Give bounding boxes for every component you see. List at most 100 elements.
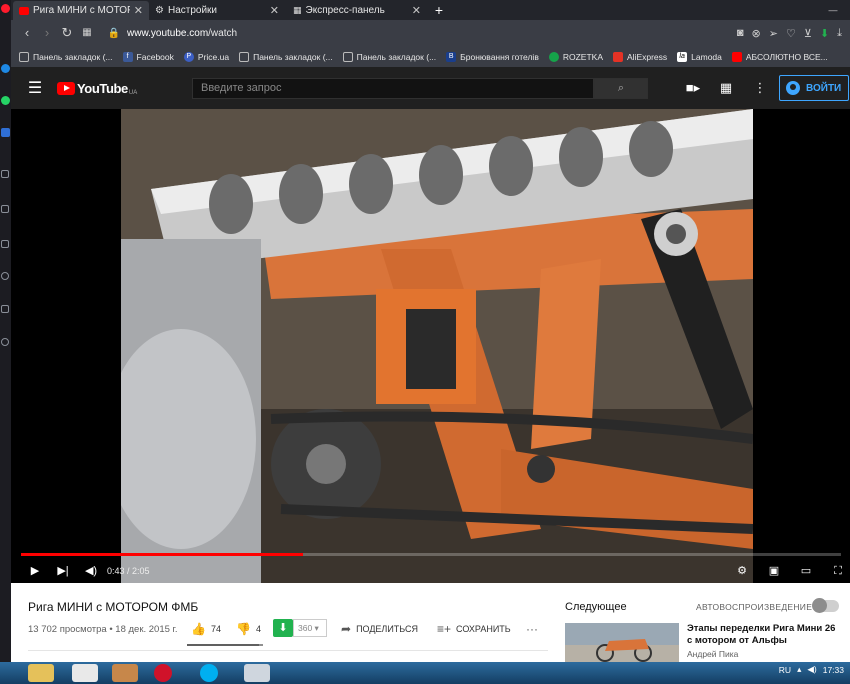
bookmark-folder[interactable]: Панель закладок (... [239, 51, 333, 62]
recommended-channel[interactable]: Андрей Пика [687, 649, 738, 659]
close-icon[interactable]: ✕ [270, 4, 279, 17]
next-icon[interactable]: ▶| [53, 563, 73, 579]
dislike-count: 4 [255, 624, 261, 634]
explorer-icon[interactable] [28, 664, 54, 682]
url-host: www.youtube.com [127, 27, 209, 39]
files-icon[interactable] [112, 664, 138, 682]
downloads-icon[interactable]: ⤓ [837, 27, 842, 40]
history-icon[interactable] [1, 272, 9, 280]
recommended-title[interactable]: Этапы переделки Рига Мини 26 с мотором о… [687, 623, 842, 647]
more-vertical-icon[interactable]: ⋮ [752, 80, 768, 96]
flow-icon[interactable]: ⊻ [804, 27, 812, 40]
tabs-grid-icon[interactable]: ▦ [77, 23, 97, 43]
skype-icon[interactable] [200, 664, 218, 682]
bookmark-rozetka[interactable]: ROZETKA [548, 51, 603, 62]
bookmark-folder[interactable]: Панель закладок (... [342, 51, 437, 62]
bookmark-youtube[interactable]: АБСОЛЮТНО ВСЕ... [731, 51, 828, 62]
video-info: Рига МИНИ с МОТОРОМ ФМБ 13 702 просмотра… [11, 583, 850, 662]
messenger-icon[interactable] [1, 64, 10, 73]
download-count[interactable]: 360 ▾ [293, 619, 327, 637]
bookmark-booking[interactable]: B Бронювання готелів [446, 51, 539, 62]
bookmarks-icon[interactable] [1, 205, 9, 213]
browser-sidebar [0, 0, 11, 662]
bookmark-label: ROZETKA [562, 51, 603, 62]
vk-icon[interactable] [1, 128, 10, 137]
progress-played [21, 553, 304, 556]
network-icon[interactable]: ▴ [797, 664, 801, 675]
tab-settings[interactable]: ⚙ Настройки ✕ [149, 1, 285, 20]
progress-bar[interactable] [21, 553, 841, 556]
bookmark-label: Панель закладок (... [33, 51, 113, 62]
folder-icon [239, 51, 250, 62]
video-frame[interactable] [121, 109, 753, 583]
address-bar-actions: ◙ ⊗ ➢ ♡ ⊻ ⬇ ⤓ [737, 27, 850, 40]
recommended-thumbnail[interactable] [565, 623, 679, 662]
fullscreen-icon[interactable]: ⛶ [828, 563, 848, 579]
create-video-icon[interactable]: ■▸ [685, 80, 701, 96]
bookmark-label: AliExpress [627, 51, 668, 62]
snapshot-icon[interactable] [1, 240, 9, 248]
camera-icon[interactable]: ◙ [737, 27, 744, 39]
dislike-button[interactable]: 👎 4 [236, 622, 261, 636]
gear-icon[interactable]: ⚙ [732, 563, 752, 579]
adblock-icon[interactable]: ⊗ [752, 27, 761, 40]
download-button[interactable]: ⬇ [273, 619, 293, 637]
extensions-icon[interactable] [1, 305, 9, 313]
youtube-logo[interactable]: YouTube UA [57, 81, 137, 96]
camera-app-icon[interactable] [244, 664, 270, 682]
signin-label: ВОЙТИ [806, 82, 842, 94]
bookmark-facebook[interactable]: f Facebook [122, 51, 174, 62]
opera-taskbar-icon[interactable] [154, 664, 172, 682]
search-input[interactable]: Введите запрос [192, 78, 594, 99]
close-icon[interactable]: ✕ [412, 4, 421, 17]
bookmark-lamoda[interactable]: la Lamoda [677, 51, 722, 62]
theater-mode-icon[interactable]: ▭ [796, 563, 816, 579]
opera-logo-icon[interactable] [1, 4, 10, 13]
url-input[interactable]: www.youtube.com/watch [127, 28, 737, 39]
more-actions-button[interactable]: ··· [526, 622, 543, 636]
clock[interactable]: 17:33 [823, 665, 844, 675]
yandex-icon[interactable] [72, 664, 98, 682]
miniplayer-icon[interactable]: ▣ [764, 563, 784, 579]
share-button[interactable]: ➦ ПОДЕЛИТЬСЯ [341, 622, 418, 636]
language-indicator[interactable]: RU [779, 665, 791, 675]
volume-icon[interactable]: ◀) [81, 563, 101, 579]
close-icon[interactable]: ✕ [134, 4, 143, 17]
tab-express-panel[interactable]: ▦ Экспресс-панель ✕ [287, 1, 427, 20]
speed-dial-icon[interactable] [1, 170, 9, 178]
signin-button[interactable]: ВОЙТИ [779, 75, 849, 101]
whatsapp-icon[interactable] [1, 96, 10, 105]
bookmark-folder[interactable]: Панель закладок (... [19, 51, 113, 62]
reload-button[interactable]: ↻ [57, 23, 77, 43]
like-ratio-bar [187, 644, 263, 646]
back-button[interactable]: ‹ [17, 23, 37, 43]
youtube-header: ☰ YouTube UA Введите запрос ⌕ ■▸ ▦ ⋮ ВОЙ… [11, 67, 850, 109]
video-title: Рига МИНИ с МОТОРОМ ФМБ [28, 600, 199, 614]
forward-button[interactable]: › [37, 23, 57, 43]
bookmark-label: Панель закладок (... [253, 51, 333, 62]
menu-icon[interactable]: ☰ [17, 78, 53, 98]
like-button[interactable]: 👍 74 [191, 622, 221, 636]
download-extension-icon[interactable]: ⬇ [820, 27, 829, 40]
aliexpress-icon [613, 51, 623, 62]
bookmark-label: Панель закладок (... [356, 51, 437, 62]
speaker-icon[interactable]: ◀) [807, 664, 816, 675]
play-icon[interactable]: ▶ [25, 563, 45, 579]
heart-icon[interactable]: ♡ [786, 27, 796, 40]
settings-icon[interactable] [1, 338, 9, 346]
bookmark-aliexpress[interactable]: AliExpress [613, 51, 668, 62]
tab-youtube[interactable]: Рига МИНИ с МОТОРОМ ✕ [13, 1, 149, 20]
new-tab-button[interactable]: + [431, 2, 447, 18]
search-button[interactable]: ⌕ [594, 78, 648, 99]
save-button[interactable]: ≡+ СОХРАНИТЬ [437, 622, 511, 636]
video-player[interactable]: ▶ ▶| ◀) 0:43 / 2:05 ⚙ ▣ ▭ ⛶ [11, 109, 850, 583]
apps-icon[interactable]: ▦ [718, 80, 734, 96]
thumbs-down-icon: 👎 [236, 622, 251, 636]
minimize-icon[interactable]: — [829, 5, 838, 15]
booking-icon: B [446, 51, 457, 62]
lock-icon[interactable]: 🔒 [107, 28, 121, 39]
autoplay-toggle[interactable] [812, 598, 839, 613]
region-code: UA [128, 89, 138, 96]
send-icon[interactable]: ➢ [769, 27, 778, 40]
bookmark-price[interactable]: P Price.ua [183, 51, 229, 62]
